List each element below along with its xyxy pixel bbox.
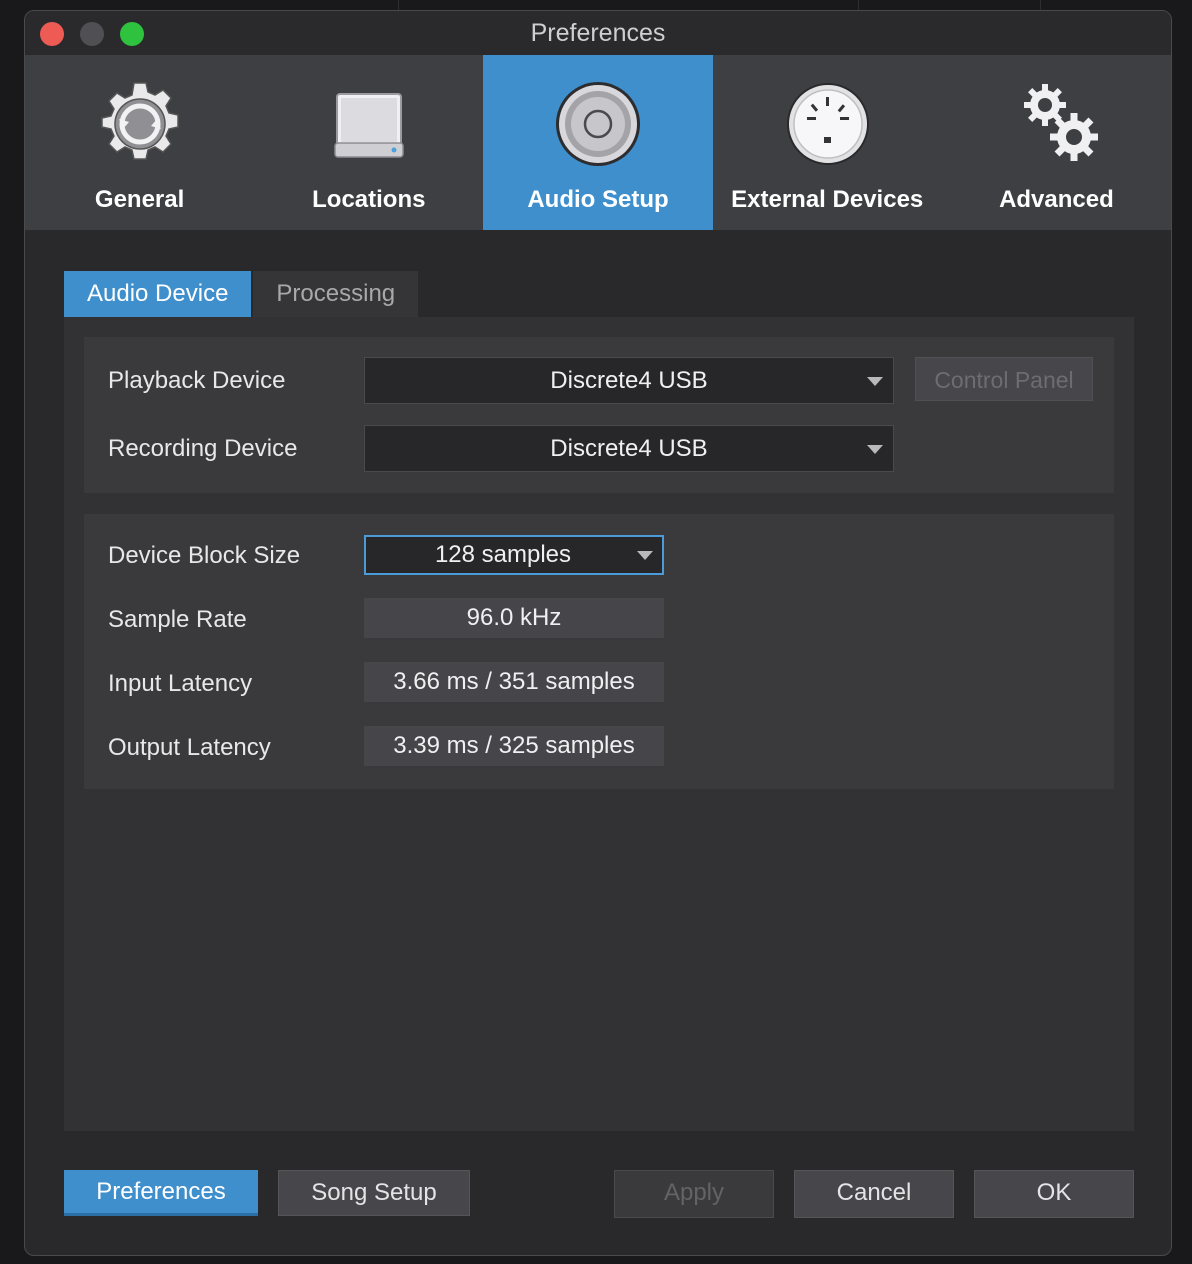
audio-setup-content: Audio Device Processing Playback Device … [64, 271, 1134, 1131]
ok-button[interactable]: OK [974, 1170, 1134, 1218]
drive-icon [334, 93, 404, 158]
input-latency-label: Input Latency [108, 670, 253, 697]
title-bar: Preferences [25, 11, 1171, 55]
nav-label: General [94, 186, 185, 213]
output-latency-value: 3.39 ms / 325 samples [364, 726, 664, 766]
block-size-label: Device Block Size [108, 542, 301, 569]
device-selection-group: Playback Device Discrete4 USB Control Pa… [84, 337, 1114, 493]
tab-processing[interactable]: Processing [253, 271, 419, 317]
block-size-value: 128 samples [434, 541, 572, 568]
gear-sync-icon [101, 82, 179, 160]
nav-item-general[interactable]: General [25, 55, 254, 230]
desktop-background [398, 0, 399, 10]
chevron-down-icon [867, 377, 883, 386]
apply-button[interactable]: Apply [614, 1170, 774, 1218]
nav-item-locations[interactable]: Locations [254, 55, 483, 230]
preferences-category-bar: General Locations Audio Setup External D… [25, 55, 1171, 230]
chevron-down-icon [637, 551, 653, 560]
cancel-button[interactable]: Cancel [794, 1170, 954, 1218]
output-latency-label: Output Latency [108, 734, 271, 761]
recording-device-dropdown[interactable]: Discrete4 USB [364, 425, 894, 472]
playback-device-value: Discrete4 USB [550, 367, 708, 394]
song-setup-button[interactable]: Song Setup [278, 1170, 470, 1216]
preferences-window: Preferences General Locations Audio Setu… [24, 10, 1172, 1256]
window-title: Preferences [530, 19, 666, 47]
nav-label: Advanced [999, 186, 1114, 213]
sample-rate-label: Sample Rate [108, 606, 247, 633]
block-size-dropdown[interactable]: 128 samples [364, 535, 664, 575]
playback-device-dropdown[interactable]: Discrete4 USB [364, 357, 894, 404]
speaker-icon [556, 82, 641, 166]
midi-connector-icon [786, 83, 869, 165]
preferences-button[interactable]: Preferences [64, 1170, 258, 1216]
nav-label: Locations [312, 186, 426, 213]
desktop-background [1040, 0, 1041, 10]
gears-icon [1023, 84, 1098, 161]
nav-item-advanced[interactable]: Advanced [942, 55, 1171, 230]
audio-device-pane: Playback Device Discrete4 USB Control Pa… [64, 317, 1134, 1131]
input-latency-value: 3.66 ms / 351 samples [364, 662, 664, 702]
subtab-bar: Audio Device Processing [64, 271, 419, 317]
device-settings-group: Device Block Size 128 samples Sample Rat… [84, 514, 1114, 789]
control-panel-button[interactable]: Control Panel [915, 357, 1093, 401]
chevron-down-icon [867, 445, 883, 454]
recording-device-label: Recording Device [108, 435, 298, 462]
playback-device-label: Playback Device [108, 367, 286, 394]
desktop-background [858, 0, 859, 10]
recording-device-value: Discrete4 USB [550, 435, 708, 462]
nav-item-external-devices[interactable]: External Devices [713, 55, 942, 230]
nav-label: Audio Setup [527, 186, 669, 213]
tab-audio-device[interactable]: Audio Device [64, 271, 252, 317]
nav-item-audio-setup[interactable]: Audio Setup [483, 55, 713, 230]
sample-rate-value: 96.0 kHz [364, 598, 664, 638]
nav-label: External Devices [731, 186, 924, 213]
